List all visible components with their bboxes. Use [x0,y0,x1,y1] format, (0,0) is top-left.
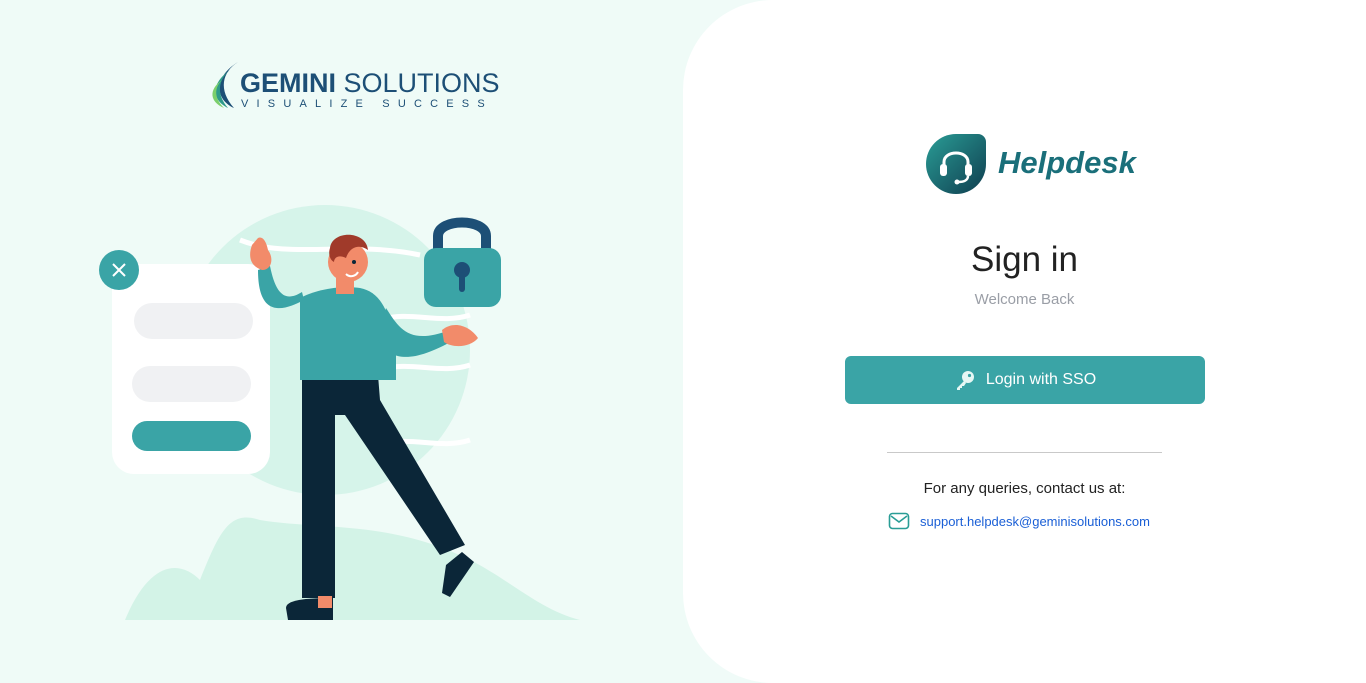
page-title: Sign in [970,240,1079,279]
key-icon [956,371,974,390]
company-logo: GEMINI SOLUTIONS VISUALIZE SUCCESS [208,60,500,116]
brand-tagline: VISUALIZE SUCCESS [241,98,493,110]
headset-icon [940,151,972,185]
contact-email-row: support.helpdesk@geminisolutions.com [888,510,1150,532]
login-sso-label: Login with SSO [985,371,1097,388]
leaf-logo-icon [212,62,238,108]
support-email-link[interactable]: support.helpdesk@geminisolutions.com [920,514,1150,529]
page-subtitle: Welcome Back [974,291,1075,308]
brand-name-bold: GEMINI [240,68,337,98]
padlock-icon [424,217,501,307]
login-illustration [99,205,580,620]
app-logo-mark [926,134,986,194]
close-icon [99,250,139,290]
app-name: Helpdesk [998,145,1136,180]
login-sso-button[interactable]: Login with SSO [845,356,1205,404]
brand-name-rest: SOLUTIONS [336,68,500,98]
divider [887,452,1162,453]
mail-icon [888,512,910,530]
contact-prompt: For any queries, contact us at: [923,480,1126,497]
left-panel: GEMINI SOLUTIONS VISUALIZE SUCCESS [0,0,700,683]
brand-name: GEMINI SOLUTIONS [240,68,500,99]
app-logo: Helpdesk [926,134,1146,194]
signin-panel: Helpdesk Sign in Welcome Back Login with… [683,0,1366,683]
